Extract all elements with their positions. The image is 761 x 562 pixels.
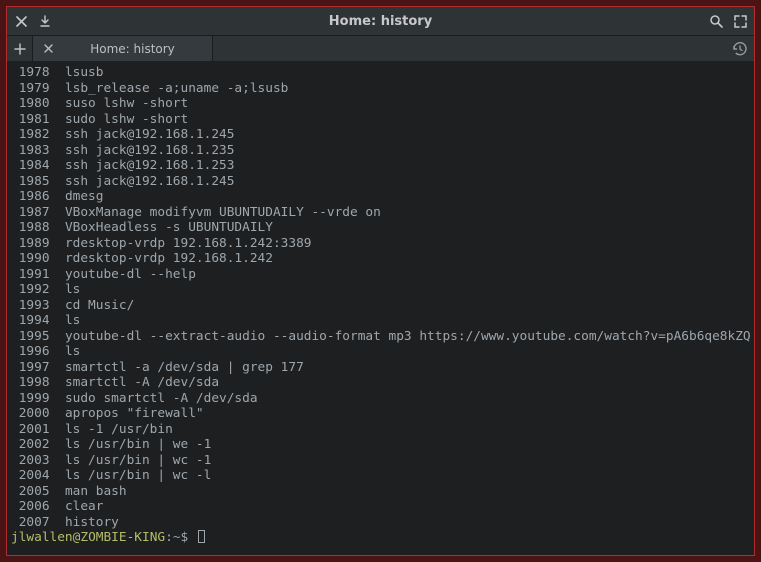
fullscreen-icon[interactable] <box>732 13 748 29</box>
history-line: 1988 VBoxHeadless -s UBUNTUDAILY <box>11 220 748 236</box>
history-line: 1978 lsusb <box>11 65 748 81</box>
tab-bar: Home: history <box>7 35 754 61</box>
tab-active[interactable]: Home: history <box>33 36 213 61</box>
minimize-window-icon[interactable] <box>37 13 53 29</box>
history-line: 2004 ls /usr/bin | wc -l <box>11 468 748 484</box>
new-tab-button[interactable] <box>7 36 33 61</box>
history-line: 1982 ssh jack@192.168.1.245 <box>11 127 748 143</box>
history-line: 1996 ls <box>11 344 748 360</box>
tab-label: Home: history <box>61 42 204 56</box>
history-line: 2003 ls /usr/bin | wc -1 <box>11 453 748 469</box>
close-tab-icon[interactable] <box>41 42 55 56</box>
history-line: 1985 ssh jack@192.168.1.245 <box>11 174 748 190</box>
history-line: 1987 VBoxManage modifyvm UBUNTUDAILY --v… <box>11 205 748 221</box>
history-line: 2000 apropos "firewall" <box>11 406 748 422</box>
terminal-output[interactable]: 1978 lsusb 1979 lsb_release -a;uname -a;… <box>11 65 748 546</box>
history-line: 2007 history <box>11 515 748 531</box>
cursor-block <box>198 530 205 543</box>
titlebar: Home: history <box>7 7 754 35</box>
history-line: 1997 smartctl -a /dev/sda | grep 177 <box>11 360 748 376</box>
history-line: 1986 dmesg <box>11 189 748 205</box>
history-line: 1979 lsb_release -a;uname -a;lsusb <box>11 81 748 97</box>
close-window-icon[interactable] <box>13 13 29 29</box>
history-line: 2005 man bash <box>11 484 748 500</box>
history-line: 1984 ssh jack@192.168.1.253 <box>11 158 748 174</box>
history-line: 2006 clear <box>11 499 748 515</box>
history-line: 1983 ssh jack@192.168.1.235 <box>11 143 748 159</box>
terminal-viewport[interactable]: 1978 lsusb 1979 lsb_release -a;uname -a;… <box>7 61 754 555</box>
history-line: 2002 ls /usr/bin | we -1 <box>11 437 748 453</box>
history-line: 1993 cd Music/ <box>11 298 748 314</box>
history-line: 1991 youtube-dl --help <box>11 267 748 283</box>
history-line: 1980 suso lshw -short <box>11 96 748 112</box>
history-line: 1998 smartctl -A /dev/sda <box>11 375 748 391</box>
tab-history-icon[interactable] <box>724 36 754 61</box>
window-title: Home: history <box>329 14 432 29</box>
search-icon[interactable] <box>708 13 724 29</box>
prompt-line[interactable]: jlwallen@ZOMBIE-KING:~$ <box>11 530 748 546</box>
history-line: 1992 ls <box>11 282 748 298</box>
history-line: 1990 rdesktop-vrdp 192.168.1.242 <box>11 251 748 267</box>
history-line: 1989 rdesktop-vrdp 192.168.1.242:3389 <box>11 236 748 252</box>
history-line: 1995 youtube-dl --extract-audio --audio-… <box>11 329 748 345</box>
history-line: 1994 ls <box>11 313 748 329</box>
terminal-window: Home: history Home: history 1978 lsusb 1… <box>6 6 755 556</box>
history-line: 1999 sudo smartctl -A /dev/sda <box>11 391 748 407</box>
history-line: 1981 sudo lshw -short <box>11 112 748 128</box>
history-line: 2001 ls -1 /usr/bin <box>11 422 748 438</box>
